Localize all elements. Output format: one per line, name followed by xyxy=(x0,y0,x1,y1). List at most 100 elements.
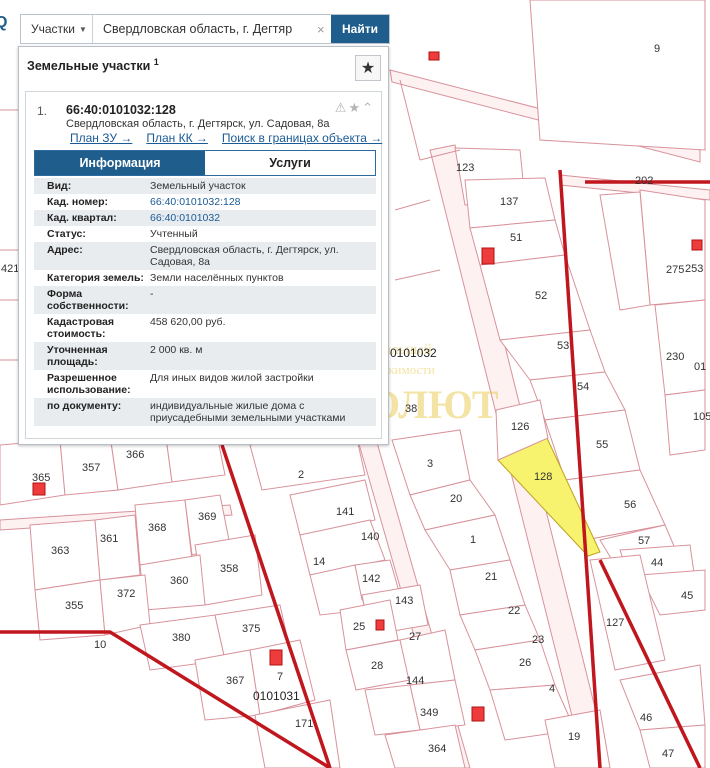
info-key: Кад. номер: xyxy=(47,196,109,208)
info-row: Уточненная площадь: 2 000 кв. м xyxy=(34,342,376,370)
parcel-label: 368 xyxy=(148,522,166,534)
info-value: Для иных видов жилой застройки xyxy=(150,372,314,384)
info-row: Разрешенное использование: Для иных видов… xyxy=(34,370,376,398)
info-value: Земли населённых пунктов xyxy=(150,272,284,284)
result-count: 1 xyxy=(153,57,159,67)
parcel-label: 56 xyxy=(624,499,636,511)
star-icon: ★ xyxy=(360,60,376,77)
parcel-label: 44 xyxy=(651,557,663,569)
info-key: Адрес: xyxy=(47,244,83,256)
parcel-label: 9 xyxy=(654,43,660,55)
tab-services[interactable]: Услуги xyxy=(205,151,375,175)
parcel-label: 230 xyxy=(666,351,684,363)
info-key: Кадастровая стоимость: xyxy=(47,316,114,340)
parcel-label: 361 xyxy=(100,533,118,545)
parcel-label: 27 xyxy=(409,631,421,643)
search-bar: Участки ▼ Свердловская область, г. Дегтя… xyxy=(20,14,390,44)
parcel-label: 26 xyxy=(519,657,531,669)
card-links: План ЗУ → План КК → Поиск в границах объ… xyxy=(70,131,382,145)
parcel-label: 142 xyxy=(362,573,380,585)
parcel-label: 365 xyxy=(32,472,50,484)
parcel-label: 364 xyxy=(428,743,446,755)
parcel-address: Свердловская область, г. Дегтярск, ул. С… xyxy=(66,118,330,130)
parcel-label: 141 xyxy=(336,506,354,518)
info-key: Форма собственности: xyxy=(47,288,129,312)
info-value: Земельный участок xyxy=(150,180,246,192)
quarter-label: 0101031 xyxy=(253,689,300,703)
parcel-label: 3 xyxy=(427,458,433,470)
parcel-label: 47 xyxy=(662,748,674,760)
parcel-label: 51 xyxy=(510,232,522,244)
parcel-label: 55 xyxy=(596,439,608,451)
info-key: Уточненная площадь: xyxy=(47,344,108,368)
parcel-label: 366 xyxy=(126,449,144,461)
card-tabs: Информация Услуги xyxy=(34,150,376,176)
parcel-label: 10 xyxy=(94,639,106,651)
search-input[interactable]: Свердловская область, г. Дегтяр xyxy=(93,15,317,43)
parcel-label: 126 xyxy=(511,421,529,433)
card-tools-icons[interactable]: ⚠★⌃ xyxy=(335,100,375,116)
parcel-label: 38 xyxy=(405,403,417,415)
info-value-link[interactable]: 66:40:0101032 xyxy=(144,212,376,224)
info-table: Вид: Земельный участок Кад. номер: 66:40:0… xyxy=(34,178,376,426)
parcel-label: 171 xyxy=(295,718,313,730)
plan-zu-link[interactable]: План ЗУ → xyxy=(70,131,132,145)
info-row: Адрес: Свердловская область, г. Дегтярск,… xyxy=(34,242,376,270)
info-row: по документу: индивидуальные жилые дома с… xyxy=(34,398,376,426)
info-row: Вид: Земельный участок xyxy=(34,178,376,194)
parcel-label: 360 xyxy=(170,575,188,587)
parcel-label: 57 xyxy=(638,535,650,547)
info-value: индивидуальные жилые дома с приусадебным… xyxy=(150,400,346,424)
parcel-label: 375 xyxy=(242,623,260,635)
tab-information[interactable]: Информация xyxy=(35,151,205,175)
info-key: Вид: xyxy=(47,180,72,192)
info-row: Статус: Учтенный xyxy=(34,226,376,242)
parcel-label: 421 xyxy=(1,263,19,275)
parcel-label: 53 xyxy=(557,340,569,352)
info-key: Категория земель: xyxy=(47,272,144,284)
parcel-label: 140 xyxy=(361,531,379,543)
search-type-select[interactable]: Участки ▼ xyxy=(21,15,93,43)
search-button[interactable]: Найти xyxy=(331,15,389,43)
parcel-label: 01 xyxy=(694,361,706,373)
parcel-label: 349 xyxy=(420,707,438,719)
info-row: Кад. квартал: 66:40:0101032 xyxy=(34,210,376,226)
parcel-label: 358 xyxy=(220,563,238,575)
search-icon[interactable]: Q xyxy=(0,14,9,38)
parcel-label: 19 xyxy=(568,731,580,743)
parcel-card: 1. 66:40:0101032:128 Свердловская област… xyxy=(25,91,382,439)
clear-icon[interactable]: × xyxy=(317,15,331,43)
parcel-label: 144 xyxy=(406,675,424,687)
info-key: Статус: xyxy=(47,228,86,240)
parcel-label: 275 xyxy=(666,264,684,276)
parcel-label: 25 xyxy=(353,621,365,633)
info-row: Категория земель: Земли населённых пункто… xyxy=(34,270,376,286)
parcel-label: 253 xyxy=(685,263,703,275)
parcel-label: 123 xyxy=(456,162,474,174)
parcel-cadastral-number[interactable]: 66:40:0101032:128 xyxy=(66,103,176,117)
parcel-label: 22 xyxy=(508,605,520,617)
parcel-label: 7 xyxy=(277,671,283,683)
info-value: 458 620,00 руб. xyxy=(150,316,226,328)
quarter-label: 0101032 xyxy=(390,346,437,360)
info-row: Форма собственности: - xyxy=(34,286,376,314)
info-value: - xyxy=(150,288,154,300)
parcel-label: 367 xyxy=(226,675,244,687)
info-key: Кад. квартал: xyxy=(47,212,117,224)
parcel-label: 52 xyxy=(535,290,547,302)
parcel-label: 105 xyxy=(693,411,710,423)
info-value-link[interactable]: 66:40:0101032:128 xyxy=(144,196,376,208)
favorite-button[interactable]: ★ xyxy=(355,55,381,81)
info-key: Разрешенное использование: xyxy=(47,372,131,396)
parcel-label: 363 xyxy=(51,545,69,557)
parcel-label: 143 xyxy=(395,595,413,607)
search-type-label: Участки xyxy=(31,22,75,36)
search-in-bounds-link[interactable]: Поиск в границах объекта → xyxy=(222,131,382,145)
parcel-label: 127 xyxy=(606,617,624,629)
parcel-label: 20 xyxy=(450,493,462,505)
parcel-label: 2 xyxy=(298,469,304,481)
plan-kk-link[interactable]: План КК → xyxy=(146,131,208,145)
panel-title: Земельные участки 1 xyxy=(27,57,159,74)
parcel-label: 128 xyxy=(534,471,552,483)
info-value: Свердловская область, г. Дегтярск, ул. С… xyxy=(150,244,339,268)
